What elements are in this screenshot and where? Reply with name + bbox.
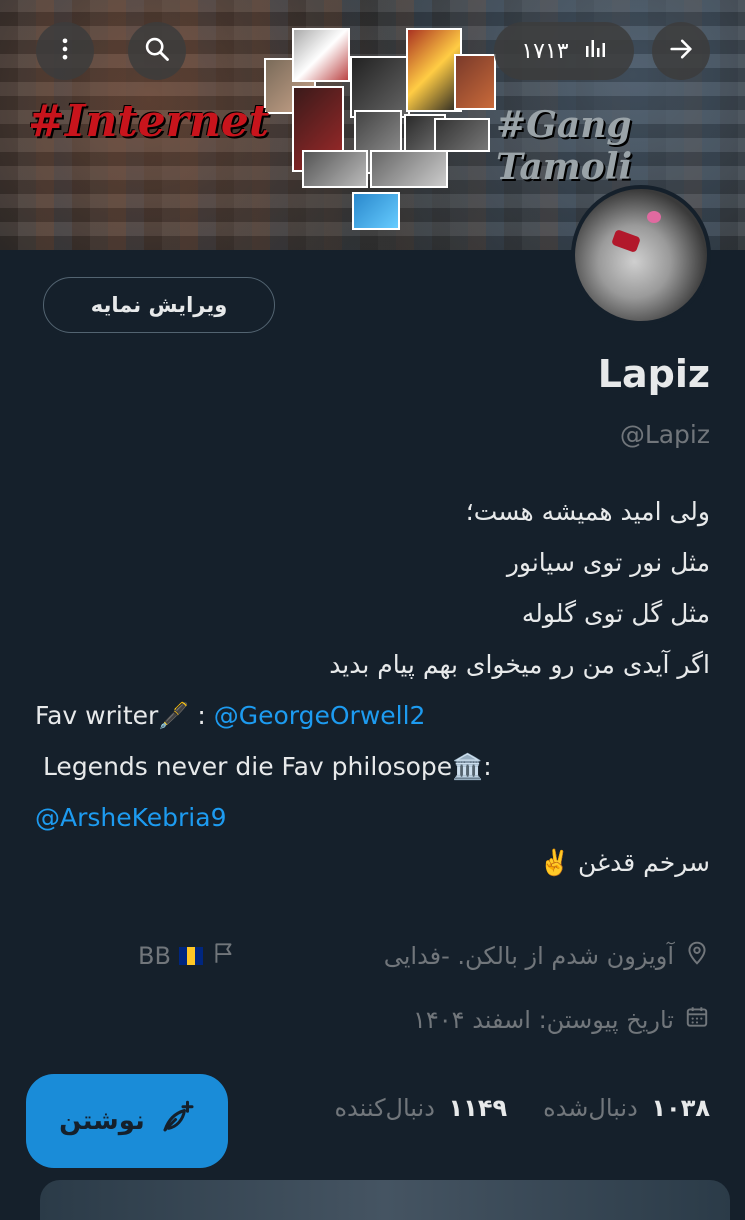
followers-count: ۱۱۴۹: [448, 1094, 508, 1122]
bio-motto: سرخم قدغن ✌️: [538, 848, 710, 877]
flag-outline-icon: [211, 940, 237, 972]
following-count: ۱۰۳۸: [651, 1094, 710, 1122]
followers-stat[interactable]: ۱۱۴۹ دنبال‌کننده: [334, 1094, 507, 1122]
bio-philosopher-label: Legends never die Fav philosope🏛️:: [35, 752, 492, 781]
compose-label: نوشتن: [59, 1106, 145, 1136]
extra-meta-text: BB: [138, 942, 171, 970]
user-handle: @Lapiz: [619, 420, 710, 449]
calendar-icon: [684, 1004, 710, 1036]
followers-label: دنبال‌کننده: [334, 1094, 435, 1122]
forward-button[interactable]: [652, 22, 710, 80]
search-button[interactable]: [128, 22, 186, 80]
banner-collage: [262, 26, 496, 230]
search-icon: [143, 35, 171, 67]
analytics-bars-icon: [583, 36, 607, 66]
join-date-text: تاریخ پیوستن: اسفند ۱۴۰۴: [413, 1006, 674, 1034]
following-stat[interactable]: ۱۰۳۸ دنبال‌شده: [543, 1094, 710, 1122]
bio-fav-writer: Fav writer🖋️ : @GeorgeOrwell2: [35, 690, 710, 741]
fav-writer-label: Fav writer🖋️ :: [35, 701, 214, 730]
following-label: دنبال‌شده: [543, 1094, 638, 1122]
location-text: آویزون شدم از بالکن. -فدایی: [383, 942, 674, 970]
bio-line: مثل گل توی گلوله: [521, 599, 710, 628]
more-options-button[interactable]: [36, 22, 94, 80]
follow-stats: ۱۰۳۸ دنبال‌شده ۱۱۴۹ دنبال‌کننده: [334, 1094, 710, 1122]
feather-plus-icon: [159, 1100, 195, 1143]
display-name: Lapiz: [597, 352, 710, 396]
avatar-detail: [611, 229, 641, 253]
edit-profile-button[interactable]: ویرایش نمایه: [43, 277, 275, 333]
views-count-button[interactable]: ۱۷۱۳: [494, 22, 634, 80]
next-content-preview: [40, 1180, 730, 1220]
collage-tile: [350, 56, 410, 118]
avatar-detail: [647, 211, 661, 223]
philosopher-link[interactable]: @ArsheKebria9: [35, 792, 710, 843]
collage-tile: [302, 150, 368, 188]
collage-tile: [454, 54, 496, 110]
barbados-flag-icon: [178, 947, 203, 965]
profile-avatar[interactable]: [571, 185, 711, 325]
views-count: ۱۷۱۳: [521, 38, 569, 64]
more-vertical-icon: [51, 35, 79, 67]
profile-bio: ولی امید همیشه هست؛ مثل نور توی سیانور م…: [35, 486, 710, 843]
compose-button[interactable]: نوشتن: [26, 1074, 228, 1168]
join-date-row: تاریخ پیوستن: اسفند ۱۴۰۴: [413, 1004, 710, 1036]
fav-writer-link[interactable]: @GeorgeOrwell2: [214, 701, 426, 730]
banner-tag-right: #Gang Tamoli: [496, 104, 633, 188]
location-pin-icon: [684, 940, 710, 972]
banner-tag-left: #Internet: [28, 96, 270, 147]
extra-meta: BB: [138, 940, 237, 972]
bio-line: اگر آیدی من رو میخوای بهم پیام بدید: [329, 650, 710, 679]
bio-line: ولی امید همیشه هست؛: [465, 497, 710, 526]
collage-tile: [352, 192, 400, 230]
collage-tile: [370, 150, 448, 188]
collage-tile: [434, 118, 490, 152]
arrow-right-icon: [667, 35, 695, 67]
bio-line: مثل نور توی سیانور: [506, 548, 710, 577]
collage-tile: [292, 28, 350, 82]
location-row: آویزون شدم از بالکن. -فدایی: [384, 940, 710, 972]
